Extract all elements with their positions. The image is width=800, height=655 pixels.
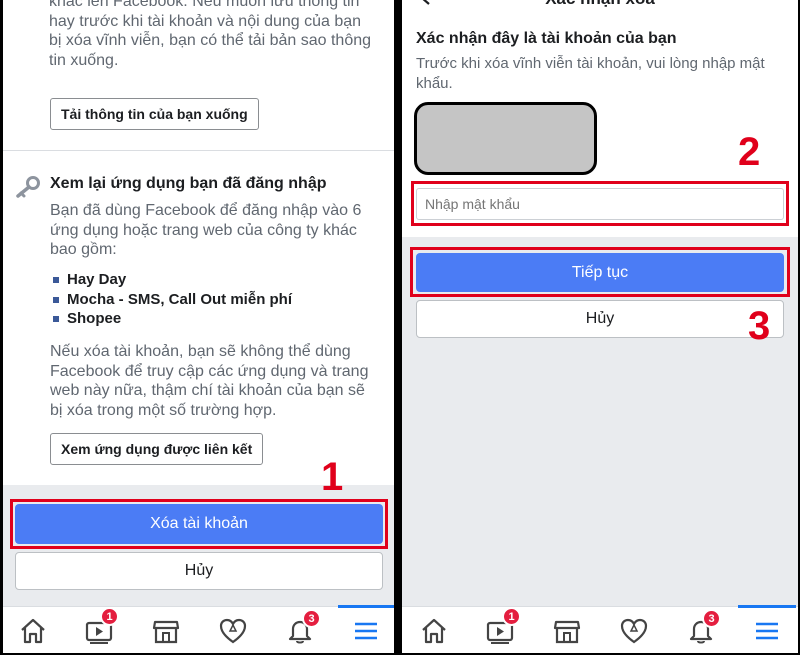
- list-item: Shopee: [50, 309, 380, 329]
- key-icon: [15, 176, 41, 198]
- bottom-navigation: 1 3: [402, 605, 798, 653]
- menu-icon[interactable]: [752, 616, 782, 646]
- list-item: Mocha - SMS, Call Out miễn phí: [50, 290, 380, 310]
- dating-icon[interactable]: [619, 616, 649, 646]
- step-number-2: 2: [738, 130, 761, 174]
- annotation-box-2: [411, 181, 789, 226]
- watch-badge: 1: [502, 607, 521, 626]
- home-icon[interactable]: [419, 616, 449, 646]
- apps-section-title: Xem lại ứng dụng bạn đã đăng nhập: [50, 175, 327, 192]
- active-tab-indicator: [738, 605, 796, 608]
- menu-icon[interactable]: [351, 616, 381, 646]
- annotation-box-1: [10, 499, 388, 549]
- linked-apps-list: Hay Day Mocha - SMS, Call Out miễn phí S…: [50, 270, 380, 329]
- apps-section-description: Bạn đã dùng Facebook để đăng nhập vào 6 …: [50, 202, 362, 258]
- download-info-text: khác lên Facebook. Nếu muốn lưu thông ti…: [49, 0, 372, 69]
- section-divider: [3, 150, 394, 151]
- apps-section-note: Nếu xóa tài khoản, bạn sẽ không thể dùng…: [50, 343, 369, 419]
- view-linked-apps-button[interactable]: Xem ứng dụng được liên kết: [50, 433, 264, 465]
- step-number-1: 1: [321, 455, 344, 499]
- marketplace-icon[interactable]: [552, 616, 582, 646]
- bottom-navigation: 1 3: [3, 605, 394, 653]
- confirm-title: Xác nhận đây là tài khoản của bạn: [416, 30, 677, 47]
- dating-icon[interactable]: [218, 616, 248, 646]
- list-item: Hay Day: [50, 270, 380, 290]
- download-info-button[interactable]: Tải thông tin của bạn xuống: [50, 98, 259, 130]
- avatar: [414, 102, 597, 175]
- confirm-text: Trước khi xóa vĩnh viễn tài khoản, vui l…: [416, 55, 765, 92]
- cancel-button[interactable]: Hủy: [15, 552, 383, 590]
- left-screenshot-panel: khác lên Facebook. Nếu muốn lưu thông ti…: [0, 0, 396, 655]
- active-tab-indicator: [338, 605, 394, 608]
- page-title: Xác nhận xóa: [402, 0, 798, 9]
- right-screenshot-panel: Xác nhận xóa Xác nhận đây là tài khoản c…: [400, 0, 800, 655]
- home-icon[interactable]: [18, 616, 48, 646]
- marketplace-icon[interactable]: [151, 616, 181, 646]
- notifications-badge: 3: [702, 609, 721, 628]
- watch-badge: 1: [100, 607, 119, 626]
- cancel-button[interactable]: Hủy: [416, 300, 784, 338]
- annotation-box-3: [410, 247, 790, 297]
- notifications-badge: 3: [302, 609, 321, 628]
- step-number-3: 3: [748, 304, 771, 348]
